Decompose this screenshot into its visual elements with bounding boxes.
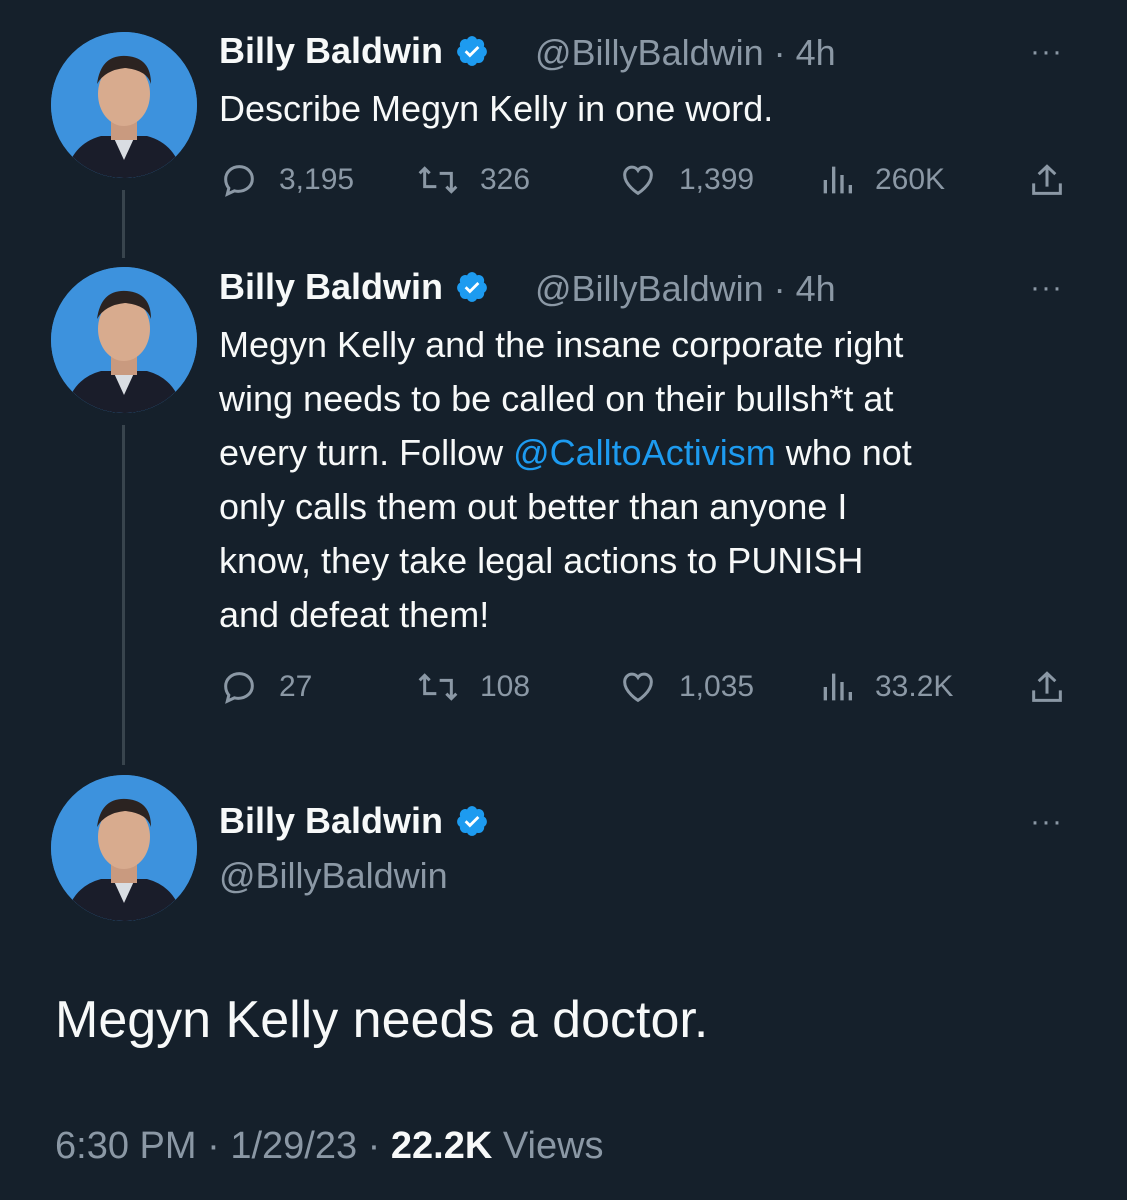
thread-line (122, 425, 125, 765)
reply-icon (224, 165, 254, 197)
author-handle[interactable]: @BillyBaldwin (219, 855, 448, 897)
timestamp[interactable]: · 4h (774, 268, 836, 309)
retweet-count: 108 (480, 670, 531, 703)
reply-button[interactable]: 3,195 (219, 160, 354, 200)
tweet-meta: 6:30 PM · 1/29/23 · 22.2K Views (55, 1125, 604, 1168)
tweet-line: every turn. Follow @CalltoActivism who n… (219, 426, 1059, 480)
reply-count: 27 (279, 670, 313, 703)
separator: · (367, 1125, 391, 1167)
views-count: 260K (875, 163, 946, 196)
tweet-line: Megyn Kelly and the insane corporate rig… (219, 324, 904, 365)
avatar[interactable] (51, 267, 197, 413)
tweet-text: Megyn Kelly and the insane corporate rig… (219, 318, 1059, 642)
like-button[interactable]: 1,399 (617, 160, 754, 200)
verified-badge-icon (457, 272, 487, 302)
tweet-line: wing needs to be called on their bullsh*… (219, 378, 894, 419)
more-icon[interactable]: ··· (1030, 273, 1063, 303)
retweet-button[interactable]: 108 (416, 667, 530, 707)
like-button[interactable]: 1,035 (617, 667, 754, 707)
tweet-actions: 3,195 326 1,399 260K (219, 160, 1069, 200)
reply-count: 3,195 (279, 163, 355, 196)
post-date[interactable]: 1/29/23 (230, 1125, 357, 1167)
timestamp[interactable]: · 4h (774, 32, 836, 73)
like-count: 1,035 (679, 670, 755, 703)
retweet-count: 326 (480, 163, 531, 196)
share-button[interactable] (1027, 160, 1087, 200)
author-handle[interactable]: @BillyBaldwin · 4h (535, 32, 836, 74)
like-icon (623, 165, 653, 196)
share-button[interactable] (1027, 667, 1087, 707)
thread-line (122, 190, 125, 258)
retweet-icon (418, 166, 458, 194)
separator: · (207, 1125, 231, 1167)
views-count: 22.2K (390, 1125, 493, 1167)
avatar[interactable] (51, 775, 197, 921)
like-count: 1,399 (679, 163, 755, 196)
author-name[interactable]: Billy Baldwin (219, 266, 489, 308)
author-name-text: Billy Baldwin (219, 800, 444, 841)
handle-text: @BillyBaldwin (535, 32, 764, 73)
retweet-icon (418, 673, 458, 701)
author-name-text: Billy Baldwin (219, 30, 444, 71)
views-icon (823, 166, 852, 194)
tweet-actions: 27 108 1,035 33.2K (219, 667, 1069, 707)
tweet-line-part: who not (775, 432, 912, 473)
views-label: Views (502, 1125, 604, 1167)
tweet-text: Describe Megyn Kelly in one word. (219, 88, 774, 129)
views-button[interactable]: 260K (819, 160, 945, 200)
views-icon (823, 673, 852, 701)
share-icon (1032, 164, 1062, 195)
mention-link[interactable]: @CalltoActivism (513, 432, 776, 473)
author-handle[interactable]: @BillyBaldwin · 4h (535, 268, 836, 310)
handle-text: @BillyBaldwin (535, 268, 764, 309)
tweet-line: and defeat them! (219, 594, 490, 635)
post-time[interactable]: 6:30 PM (55, 1125, 197, 1167)
tweet-line: know, they take legal actions to PUNISH (219, 540, 864, 581)
tweet-line: only calls them out better than anyone I (219, 486, 848, 527)
share-icon (1032, 671, 1062, 702)
verified-badge-icon (457, 806, 487, 836)
views-button[interactable]: 33.2K (819, 667, 953, 707)
verified-badge-icon (457, 36, 487, 66)
views-count: 33.2K (875, 670, 954, 703)
tweet-line-part: every turn. Follow (219, 432, 514, 473)
reply-icon (224, 672, 254, 704)
author-name[interactable]: Billy Baldwin (219, 30, 489, 72)
like-icon (623, 672, 653, 703)
author-name[interactable]: Billy Baldwin (219, 800, 489, 842)
tweet-text: Megyn Kelly needs a doctor. (55, 991, 709, 1049)
avatar[interactable] (51, 32, 197, 178)
author-name-text: Billy Baldwin (219, 266, 444, 307)
more-icon[interactable]: ··· (1030, 807, 1063, 837)
more-icon[interactable]: ··· (1030, 37, 1063, 67)
reply-button[interactable]: 27 (219, 667, 312, 707)
retweet-button[interactable]: 326 (416, 160, 530, 200)
